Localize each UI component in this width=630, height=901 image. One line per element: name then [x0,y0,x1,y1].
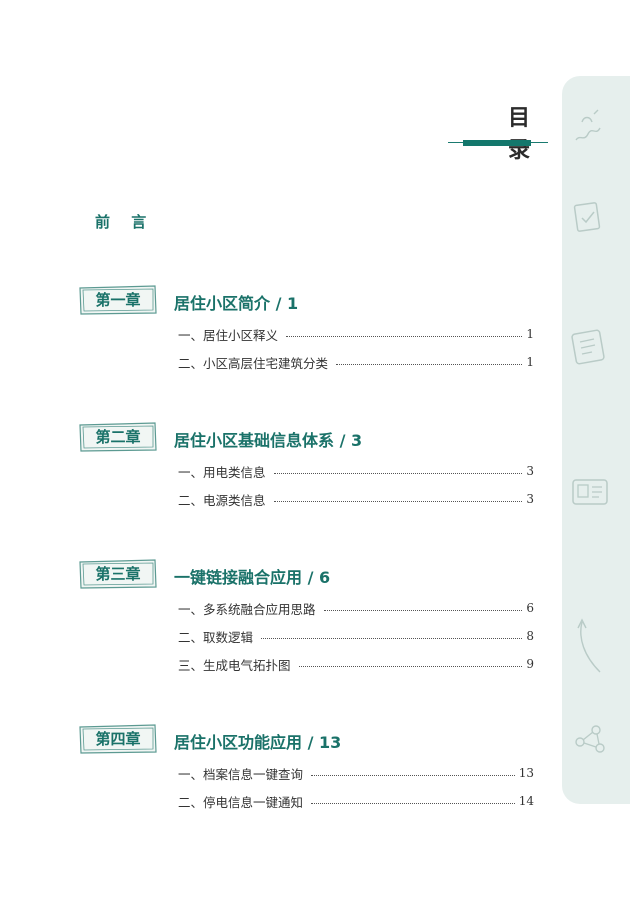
toc-title: 目 录 [507,105,548,163]
network-icon [570,716,614,760]
side-decor-panel [562,76,630,804]
entry-label: 三、生成电气拓扑图 [178,657,291,673]
toc-entry[interactable]: 一、用电类信息 3 [178,462,534,480]
arrow-curve-icon [570,616,606,676]
leader-dots [261,637,523,639]
toc-entry[interactable]: 二、电源类信息 3 [178,490,534,508]
toc-entry[interactable]: 二、取数逻辑 8 [178,627,534,645]
chapter-badge-label: 第一章 [95,291,141,309]
toc-entry[interactable]: 一、多系统融合应用思路 6 [178,599,534,617]
toc-entry[interactable]: 三、生成电气拓扑图 9 [178,655,534,673]
entry-page: 9 [526,657,534,671]
toc-entry[interactable]: 二、停电信息一键通知 14 [178,792,534,810]
notepad-icon [570,324,610,368]
leader-dots [286,335,523,337]
entry-label: 二、小区高层住宅建筑分类 [178,355,329,371]
entry-label: 二、电源类信息 [178,492,266,508]
entry-label: 一、多系统融合应用思路 [178,601,316,617]
toc-page: 目 录 前 言 第一章 居住小区简介 / 1 一、居住小区释义 1 二、小区高层… [0,0,630,901]
entry-page: 14 [518,794,534,808]
entry-label: 一、档案信息一键查询 [178,766,304,782]
toc-entry[interactable]: 一、档案信息一键查询 13 [178,764,534,782]
leader-dots [323,609,523,611]
entry-label: 二、停电信息一键通知 [178,794,304,810]
toc-entry[interactable]: 一、居住小区释义 1 [178,325,534,343]
leader-dots [311,802,515,804]
entry-page: 3 [526,464,534,478]
chapter-title[interactable]: 一键链接融合应用 / 6 [174,564,330,588]
entry-label: 二、取数逻辑 [178,629,254,645]
id-card-icon [570,474,612,510]
entry-label: 一、用电类信息 [178,464,266,480]
entry-page: 1 [526,355,534,369]
entry-label: 一、居住小区释义 [178,327,279,343]
leader-dots [311,774,515,776]
chapter-badge-label: 第二章 [95,428,141,446]
title-underline [448,140,548,146]
entry-page: 8 [526,629,534,643]
toc-entry[interactable]: 二、小区高层住宅建筑分类 1 [178,353,534,371]
chapter-badge: 第四章 [78,724,158,754]
leader-dots [273,500,523,502]
chapter-badge-label: 第四章 [95,730,141,748]
scribble-icon [570,106,606,146]
entry-page: 13 [518,766,534,780]
chapter-badge-label: 第三章 [95,565,141,583]
chapter-title[interactable]: 居住小区简介 / 1 [174,290,298,314]
leader-dots [273,472,523,474]
preface-link[interactable]: 前 言 [95,211,154,232]
chapter-badge: 第二章 [78,422,158,452]
chapter-badge: 第一章 [78,285,158,315]
leader-dots [336,363,523,365]
chapter-title[interactable]: 居住小区基础信息体系 / 3 [174,427,362,451]
document-check-icon [570,198,606,238]
chapter-title[interactable]: 居住小区功能应用 / 13 [174,729,341,753]
entry-page: 1 [526,327,534,341]
chapter-badge: 第三章 [78,559,158,589]
entry-page: 3 [526,492,534,506]
entry-page: 6 [526,601,534,615]
leader-dots [298,665,523,667]
